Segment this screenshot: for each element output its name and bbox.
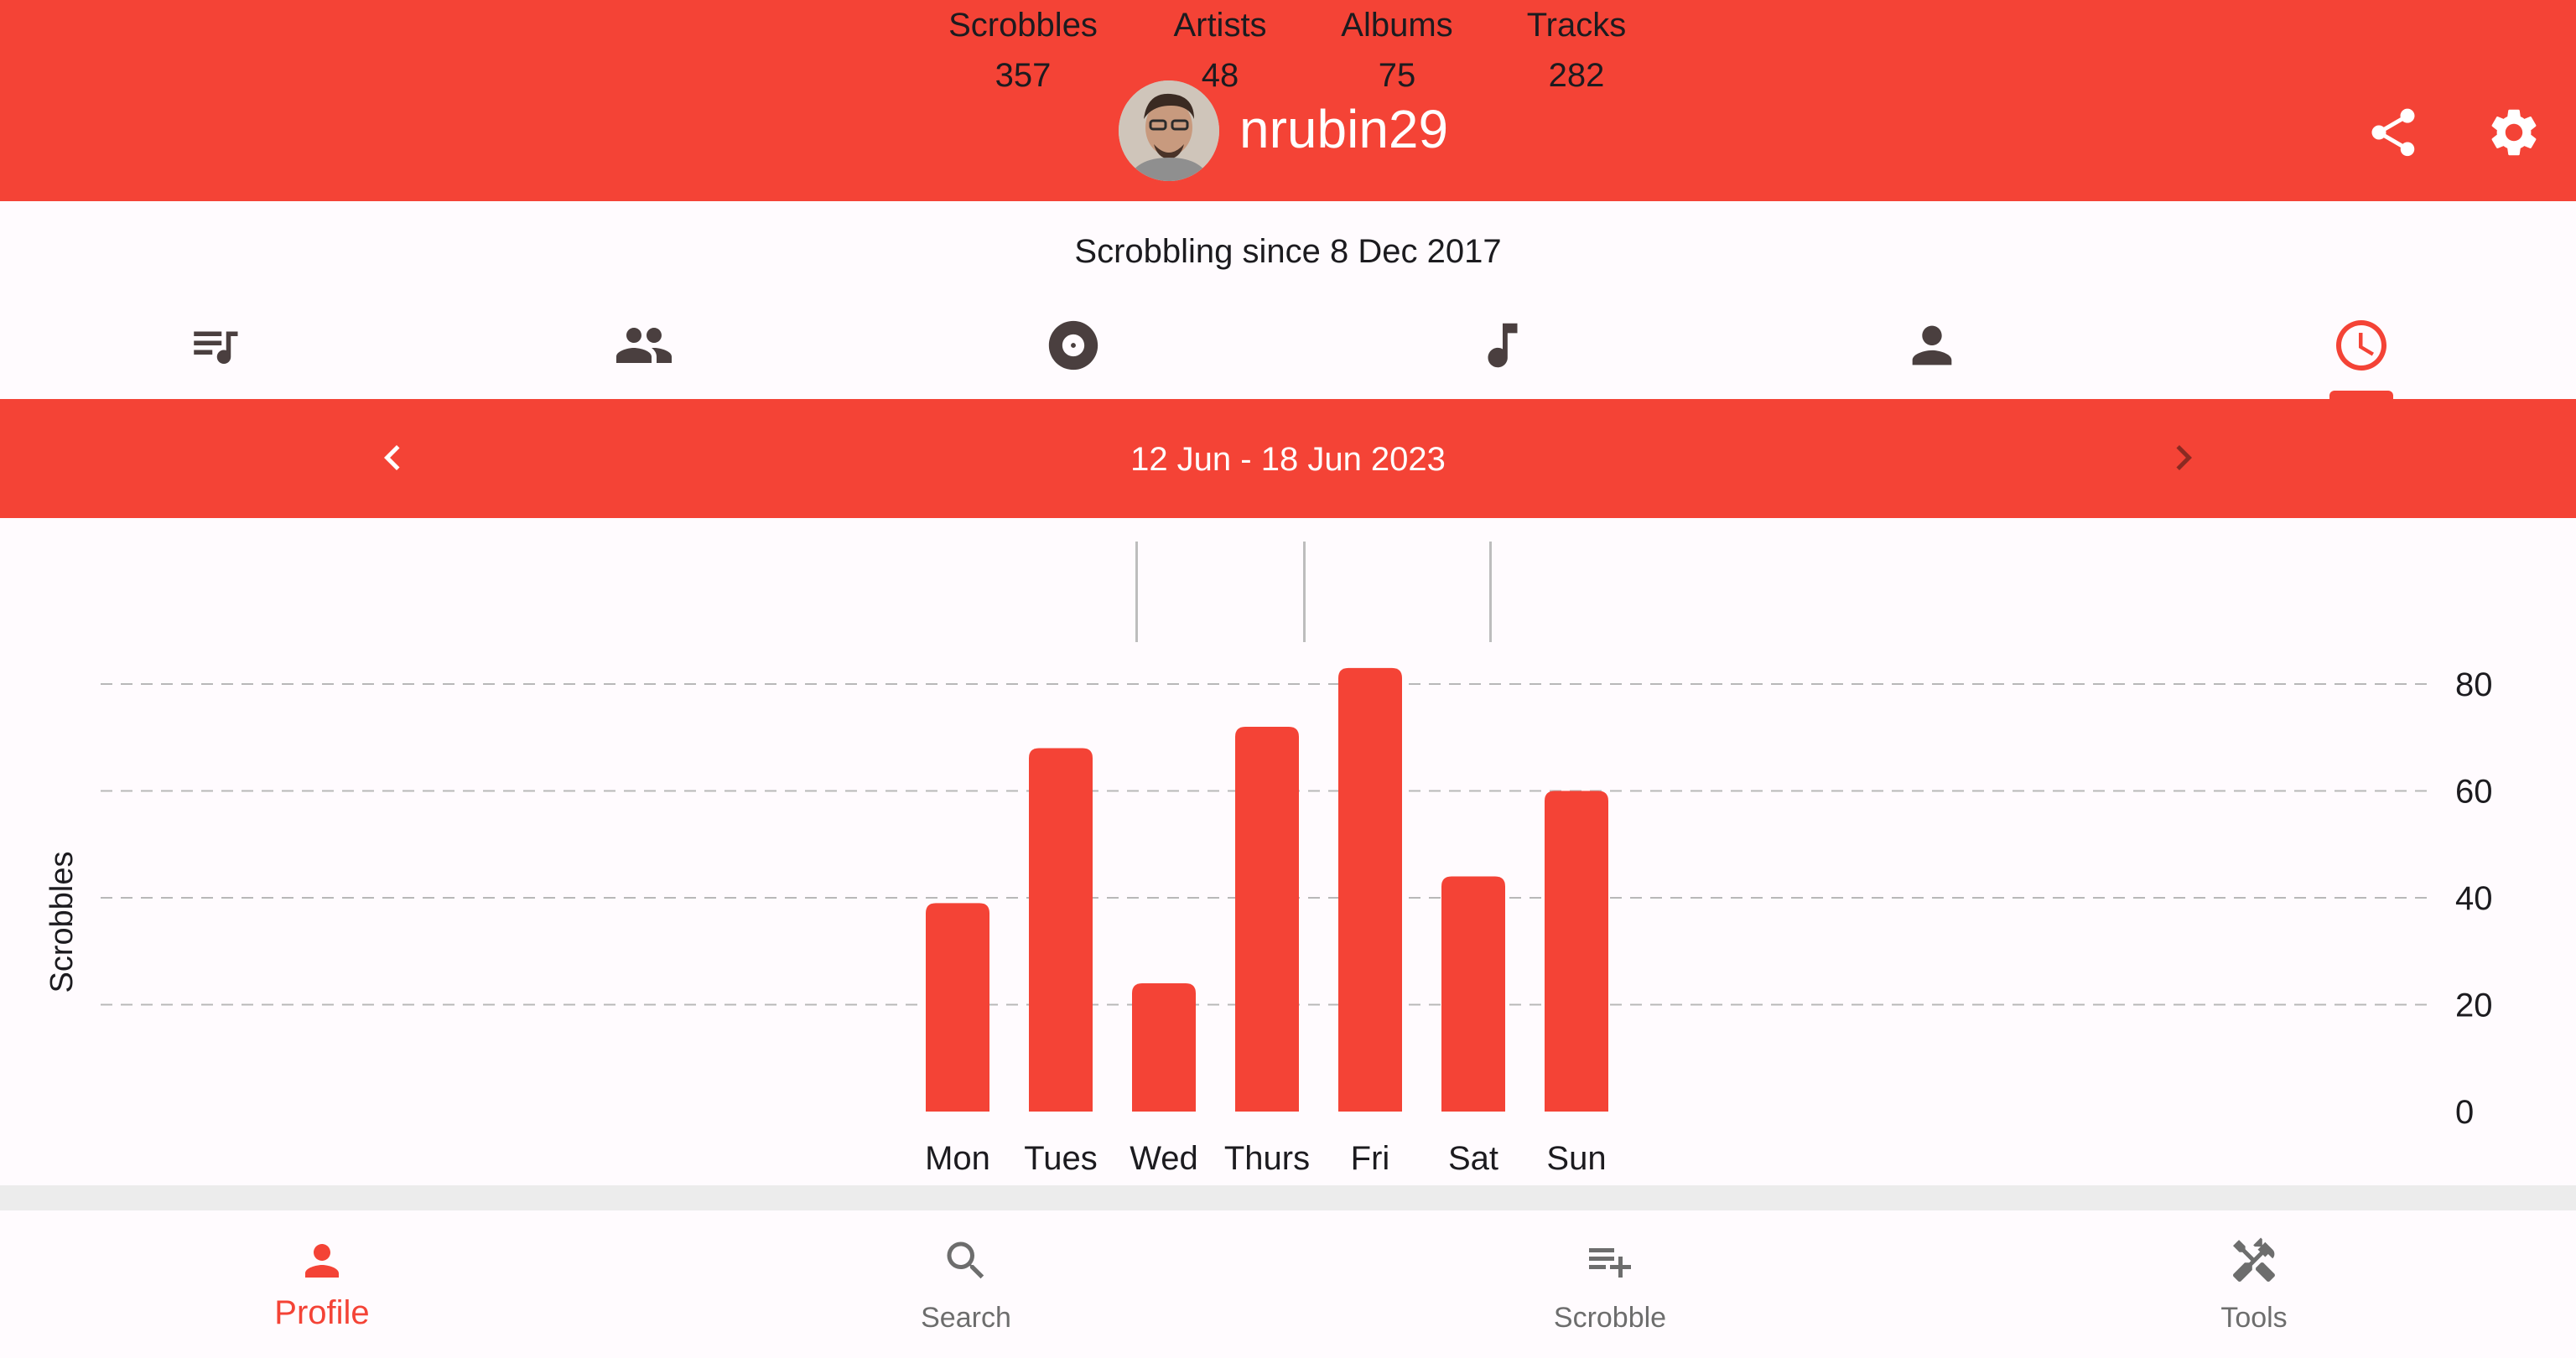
nav-tools[interactable]: Tools xyxy=(1932,1210,2576,1358)
username: nrubin29 xyxy=(1239,99,1449,159)
stat-value: 357 xyxy=(995,57,1052,94)
stat-value: 282 xyxy=(1548,57,1605,94)
stat-tracks: Tracks 282 xyxy=(1501,0,1652,101)
gear-icon xyxy=(2491,109,2537,156)
x-tick-label: Wed xyxy=(1130,1140,1198,1177)
nav-scrobble[interactable]: Scrobble xyxy=(1288,1210,1932,1358)
stat-label: Artists xyxy=(1173,7,1267,44)
bar-thurs[interactable] xyxy=(1235,727,1299,1112)
x-tick-label: Mon xyxy=(925,1140,990,1177)
y-tick-label: 0 xyxy=(2455,1094,2474,1131)
album-icon xyxy=(1048,320,1098,371)
tab-albums[interactable] xyxy=(859,293,1288,397)
nav-label: Search xyxy=(921,1302,1011,1334)
tab-artists[interactable] xyxy=(1717,293,2147,397)
stat-artists: Artists 48 xyxy=(1140,0,1300,101)
date-range-bar: 12 Jun - 18 Jun 2023 xyxy=(0,399,2576,518)
share-button[interactable] xyxy=(2365,104,2422,161)
y-axis-label: Scrobbles xyxy=(44,852,80,993)
x-tick-label: Sat xyxy=(1448,1140,1498,1177)
bar-sun[interactable] xyxy=(1545,790,1608,1112)
stat-label: Scrobbles xyxy=(948,7,1098,44)
nav-label: Scrobble xyxy=(1553,1302,1667,1334)
weekly-scrobbles-chart: 0 20 40 60 80 Mon Tues Wed Thurs Fri Sat Sun Scrob… xyxy=(44,666,2493,1177)
x-tick-label: Tues xyxy=(1024,1140,1097,1177)
playlist-music-icon xyxy=(194,331,238,364)
bar-mon[interactable] xyxy=(926,903,989,1112)
bar-fri[interactable] xyxy=(1338,667,1402,1112)
stat-label: Albums xyxy=(1341,7,1453,44)
person-icon xyxy=(305,1244,339,1278)
stat-value: 48 xyxy=(1201,57,1239,94)
stat-albums: Albums 75 xyxy=(1313,0,1481,101)
tools-icon xyxy=(2233,1237,2275,1283)
tab-history[interactable] xyxy=(2147,293,2576,397)
x-tick-label: Fri xyxy=(1351,1140,1390,1177)
tab-scrobbles[interactable] xyxy=(0,293,429,397)
x-tick-label: Sun xyxy=(1546,1140,1606,1177)
person-icon xyxy=(1912,325,1952,365)
playlist-add-icon xyxy=(1589,1248,1631,1278)
y-tick-label: 40 xyxy=(2455,880,2493,917)
scrobbling-since-text: Scrobbling since 8 Dec 2017 xyxy=(1074,233,1502,270)
bar-wed[interactable] xyxy=(1132,983,1196,1112)
y-tick-label: 60 xyxy=(2455,774,2493,811)
content-separator xyxy=(0,1185,2576,1210)
share-icon xyxy=(2371,108,2415,157)
people-icon xyxy=(616,328,672,363)
tab-tracks[interactable] xyxy=(1288,293,1717,397)
nav-search[interactable]: Search xyxy=(644,1210,1288,1358)
bottom-navigation: Profile Search Scrobble Tools xyxy=(0,1210,2576,1358)
bar-tues[interactable] xyxy=(1029,748,1093,1112)
clock-icon xyxy=(2336,320,2386,371)
y-tick-label: 20 xyxy=(2455,987,2493,1024)
stat-divider xyxy=(1135,542,1138,642)
settings-button[interactable] xyxy=(2485,104,2542,161)
y-tick-label: 80 xyxy=(2455,666,2493,703)
stat-divider xyxy=(1303,542,1306,642)
x-tick-label: Thurs xyxy=(1224,1140,1310,1177)
bar-sat[interactable] xyxy=(1441,876,1505,1112)
stat-divider xyxy=(1489,542,1492,642)
stat-label: Tracks xyxy=(1526,7,1627,44)
music-note-icon xyxy=(1488,323,1518,368)
search-icon xyxy=(947,1241,984,1279)
tab-indicator xyxy=(2329,391,2393,399)
nav-label: Tools xyxy=(2220,1302,2288,1334)
nav-label: Profile xyxy=(274,1294,370,1331)
chevron-right-icon xyxy=(2176,445,2192,470)
stat-value: 75 xyxy=(1378,57,1416,94)
nav-profile[interactable]: Profile xyxy=(0,1210,644,1358)
tab-friends[interactable] xyxy=(429,293,859,397)
profile-tabs xyxy=(0,293,2576,397)
next-period-button[interactable] xyxy=(2158,433,2209,483)
stat-scrobbles: Scrobbles 357 xyxy=(931,0,1115,101)
